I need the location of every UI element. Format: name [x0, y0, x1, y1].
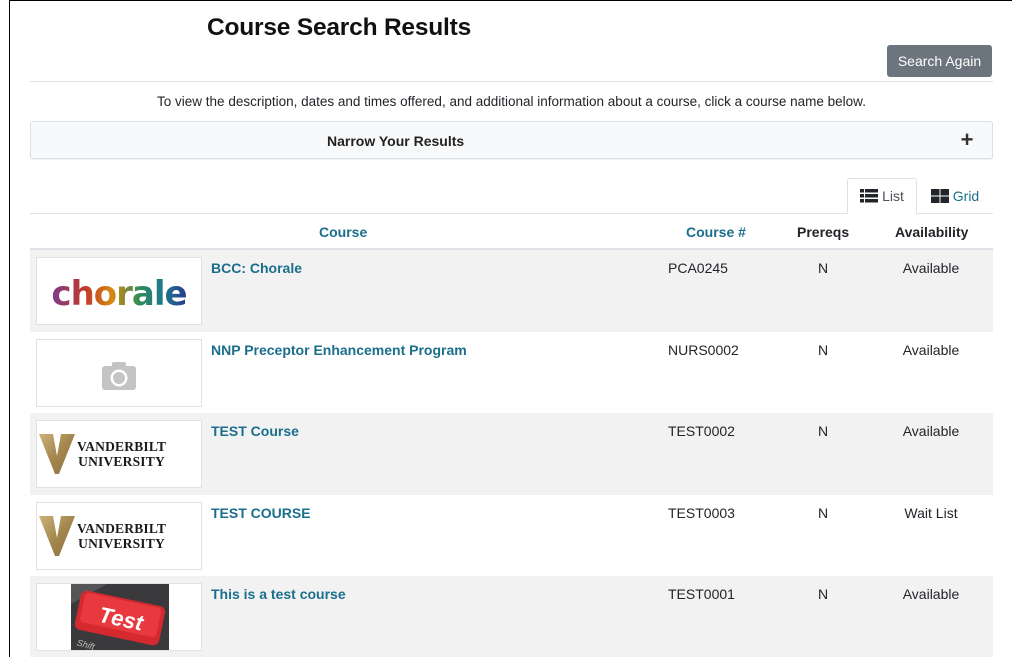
- course-thumbnail[interactable]: VANDERBILT UNIVERSITY: [36, 420, 202, 488]
- table-row: chorale BCC: Chorale PCA0245 N Available: [30, 250, 993, 332]
- table-row: Test Shift This is a test course TEST000…: [30, 576, 993, 657]
- vanderbilt-v-logo: [39, 434, 75, 474]
- list-view-label: List: [882, 188, 904, 204]
- course-table-body: chorale BCC: Chorale PCA0245 N Available…: [30, 250, 993, 657]
- list-view-tab[interactable]: List: [847, 178, 917, 214]
- list-icon: [860, 189, 879, 203]
- camera-icon: [102, 361, 136, 390]
- vanderbilt-v-logo: [39, 515, 75, 556]
- vanderbilt-wordmark: VANDERBILT UNIVERSITY: [77, 520, 167, 551]
- course-name-link[interactable]: TEST COURSE: [211, 505, 311, 521]
- course-thumbnail[interactable]: Test Shift: [36, 583, 202, 651]
- grid-view-tab[interactable]: Grid: [922, 178, 988, 214]
- table-row: NNP Preceptor Enhancement Program NURS00…: [30, 332, 993, 414]
- divider: [30, 81, 993, 82]
- course-availability: Available: [902, 586, 960, 602]
- narrow-results-label: Narrow Your Results: [327, 133, 465, 149]
- course-availability: Available: [902, 423, 960, 439]
- search-again-button[interactable]: Search Again: [887, 45, 992, 77]
- course-number: NURS0002: [668, 341, 739, 358]
- course-availability: Available: [902, 341, 960, 358]
- header-prereqs: Prereqs: [797, 224, 850, 240]
- course-prereqs: N: [818, 260, 829, 276]
- course-prereqs: N: [818, 341, 829, 358]
- course-thumbnail[interactable]: VANDERBILT UNIVERSITY: [36, 501, 202, 570]
- test-key-photo: Test Shift: [37, 584, 201, 650]
- table-row: VANDERBILT UNIVERSITY TEST COURSE TEST00…: [30, 495, 993, 577]
- header-course[interactable]: Course: [319, 224, 367, 240]
- narrow-results-accordion[interactable]: Narrow Your Results +: [30, 121, 993, 159]
- header-course-number[interactable]: Course #: [686, 224, 746, 240]
- course-availability: Available: [902, 260, 960, 276]
- course-thumbnail[interactable]: [36, 338, 202, 407]
- course-number: TEST0001: [668, 586, 735, 602]
- course-number: TEST0002: [668, 423, 735, 439]
- table-row: VANDERBILT UNIVERSITY TEST Course TEST00…: [30, 413, 993, 495]
- course-availability: Wait List: [904, 504, 958, 521]
- course-prereqs: N: [818, 423, 829, 439]
- instructions-text: To view the description, dates and times…: [157, 94, 866, 109]
- chorale-logo: chorale: [51, 274, 187, 314]
- course-name-link[interactable]: This is a test course: [211, 586, 346, 602]
- page-title: Course Search Results: [207, 14, 472, 41]
- course-name-link[interactable]: TEST Course: [211, 423, 299, 439]
- course-prereqs: N: [818, 586, 829, 602]
- header-availability: Availability: [895, 224, 969, 240]
- course-prereqs: N: [818, 504, 829, 521]
- course-name-link[interactable]: BCC: Chorale: [211, 260, 302, 276]
- course-thumbnail[interactable]: chorale: [36, 257, 202, 325]
- grid-view-label: Grid: [952, 188, 980, 204]
- course-number: PCA0245: [668, 260, 728, 276]
- grid-icon: [930, 189, 949, 203]
- vanderbilt-wordmark: VANDERBILT UNIVERSITY: [77, 439, 167, 469]
- plus-icon[interactable]: +: [958, 129, 976, 151]
- course-name-link[interactable]: NNP Preceptor Enhancement Program: [211, 342, 467, 358]
- course-number: TEST0003: [668, 504, 735, 521]
